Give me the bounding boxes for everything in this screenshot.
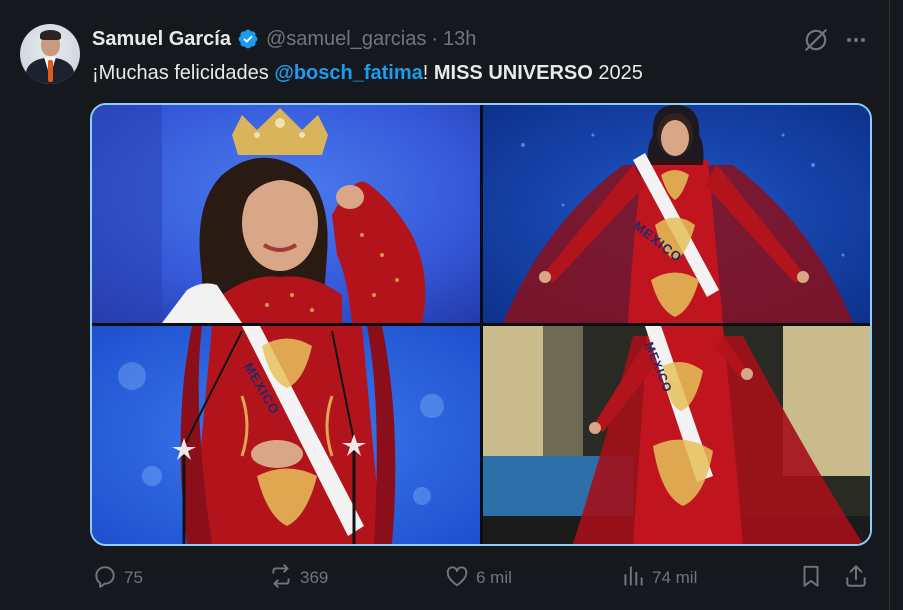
reply-count: 75 (124, 568, 143, 587)
tweet[interactable]: Samuel García @samuel_garcias · 13h ¡Muc… (0, 0, 889, 610)
more-icon[interactable] (842, 26, 870, 54)
like-icon (444, 563, 470, 594)
repost-button[interactable]: 369 (268, 560, 328, 596)
views-count: 74 mil (652, 568, 698, 587)
tweet-text: ¡Muchas felicidades @bosch_fatima! MISS … (92, 60, 643, 86)
avatar[interactable] (20, 24, 80, 84)
tweet-text-bold: MISS UNIVERSO (433, 62, 593, 84)
like-count: 6 mil (476, 568, 512, 587)
author-name[interactable]: Samuel García (92, 28, 231, 51)
grok-icon[interactable] (803, 26, 831, 54)
author-handle[interactable]: @samuel_garcias (266, 28, 426, 51)
tweet-header: Samuel García @samuel_garcias · 13h (92, 26, 476, 52)
photo-microphone[interactable] (92, 326, 480, 544)
tweet-text-prefix: ¡Muchas felicidades (92, 62, 275, 84)
timestamp[interactable]: 13h (443, 28, 476, 51)
tweet-text-after-mention: ! (422, 62, 434, 84)
reply-icon (92, 563, 118, 594)
like-button[interactable]: 6 mil (444, 560, 512, 596)
share-button[interactable] (843, 560, 869, 596)
photo-cape[interactable] (483, 105, 870, 323)
repost-count: 369 (300, 568, 329, 587)
photo-stage-walk[interactable] (483, 326, 870, 544)
photo-crowning[interactable] (92, 105, 480, 323)
media-grid (90, 103, 872, 546)
bookmark-icon (798, 563, 824, 594)
reply-button[interactable]: 75 (92, 560, 143, 596)
views-button[interactable]: 74 mil (620, 560, 697, 596)
tweet-actions: 75 369 6 mil 74 mil (0, 560, 889, 596)
tweet-text-suffix: 2025 (592, 62, 643, 84)
share-icon (843, 563, 869, 594)
separator-dot: · (431, 27, 439, 50)
bookmark-button[interactable] (798, 560, 824, 596)
verified-badge-icon[interactable] (237, 28, 259, 50)
timeline-border (889, 0, 890, 610)
mention-link[interactable]: @bosch_fatima (274, 62, 422, 84)
views-icon (620, 563, 646, 594)
repost-icon (268, 563, 294, 594)
